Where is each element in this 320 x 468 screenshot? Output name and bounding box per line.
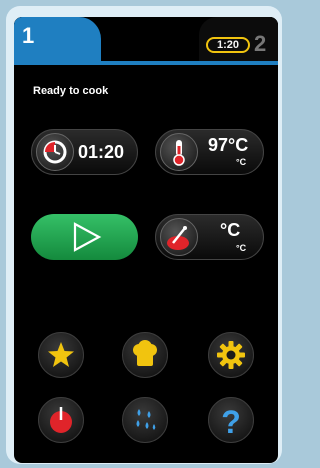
help-icon: ? — [221, 404, 241, 440]
settings-button[interactable] — [208, 332, 254, 378]
power-icon — [50, 407, 72, 433]
core-temp-unit: °C — [220, 220, 241, 240]
tab-1[interactable]: 1 — [14, 17, 101, 65]
svg-text:?: ? — [221, 404, 241, 440]
clock-icon — [36, 133, 74, 171]
tab-2-timer-badge[interactable]: 1:20 — [206, 37, 250, 53]
time-value: 01:20 — [78, 142, 125, 162]
gear-icon — [217, 341, 245, 369]
temperature-unit: °C — [236, 157, 247, 167]
thermometer-icon — [160, 133, 198, 171]
star-icon — [48, 342, 74, 367]
chef-button[interactable] — [122, 332, 168, 378]
tab-1-label: 1 — [22, 23, 35, 48]
water-drops-icon — [136, 409, 156, 430]
chef-hat-icon — [133, 340, 157, 366]
core-probe-icon — [160, 218, 198, 256]
core-temp-unit-small: °C — [236, 243, 247, 253]
cleaning-button[interactable] — [122, 397, 168, 443]
tab-2-label: 2 — [254, 31, 267, 56]
power-button[interactable] — [38, 397, 84, 443]
favorites-button[interactable] — [38, 332, 84, 378]
start-button[interactable] — [31, 214, 138, 260]
help-button[interactable]: ? — [208, 397, 254, 443]
touch-screen: 1 1:20 2 Ready to cook 01:20 97°C °C °C … — [14, 17, 278, 463]
status-text: Ready to cook — [33, 85, 109, 97]
temperature-value: 97°C — [208, 135, 249, 155]
tab-underline — [14, 61, 278, 65]
tab-bar: 1 1:20 2 — [14, 17, 278, 65]
play-icon — [73, 222, 102, 252]
